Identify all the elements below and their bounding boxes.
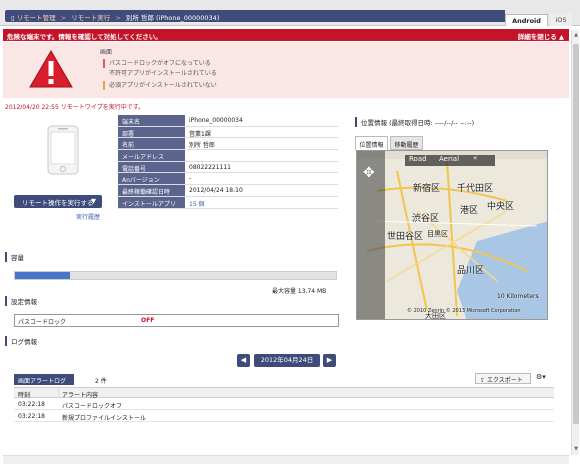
info-label: 名前 — [118, 138, 185, 149]
execution-history-link[interactable]: 実行履歴 — [76, 212, 100, 221]
scrollbar-thumb[interactable] — [573, 44, 579, 424]
alert-banner: 危険な端末です。情報を確認して対処してください。 詳細を閉じる ▲ — [3, 29, 569, 41]
map-label: 品川区 — [457, 266, 485, 276]
setting-passcode-value: OFF — [141, 317, 155, 324]
info-row-department: 部署 営業1課 — [118, 126, 338, 139]
phone-icon — [47, 125, 79, 175]
warning-icon — [29, 50, 73, 88]
map-label: 中央区 — [487, 202, 515, 212]
info-label: 端末名 — [118, 115, 185, 126]
info-value: iPhone_00000034 — [189, 117, 243, 124]
table-row: 03:22:18 新規プロファイルインストール — [14, 411, 554, 422]
info-value: 08022221111 — [189, 163, 231, 171]
map-copyright: © 2010 Zenrin © 2013 Microsoft Corporati… — [407, 308, 521, 314]
alert-item: パスコードロックがオフになっている — [103, 59, 211, 68]
breadcrumb-root[interactable]: リモート管理 — [17, 14, 56, 22]
info-value: 2012/04/24 18:10 — [189, 187, 243, 195]
log-content: パスコードロックオフ — [62, 403, 123, 410]
breadcrumb-separator: > — [60, 14, 67, 22]
settings-section-title: 設定情報 — [5, 296, 37, 306]
date-prev-button[interactable]: ◀ — [237, 354, 250, 367]
log-table-header: 時刻 アラート内容 — [14, 387, 554, 399]
top-bar: ▯ リモート管理 > リモート実行 > 別所 哲郎 (iPhone_000000… — [0, 0, 580, 26]
info-label: 最終稼働確認日時 — [118, 185, 185, 196]
log-section-title: ログ情報 — [5, 336, 37, 346]
map-view[interactable]: Road Aerial « ✥ 新宿区 千代田区 中央区 渋谷区 港区 目黒区 … — [356, 150, 548, 320]
map-mode-aerial[interactable]: Aerial — [439, 155, 459, 163]
tab-location[interactable]: 位置情報 — [355, 136, 388, 150]
map-label: 渋谷区 — [412, 214, 440, 224]
setting-passcode-row: パスコードロック OFF — [14, 314, 339, 327]
column-header-content: アラート内容 — [62, 392, 99, 399]
breadcrumb-separator: > — [115, 14, 121, 22]
info-label: メールアドレス — [118, 150, 185, 161]
map-label: 目黒区 — [427, 230, 448, 238]
map-pan-icon[interactable]: ✥ — [363, 165, 375, 181]
date-picker[interactable]: 2012年04月24日 — [254, 354, 320, 367]
capacity-section-title: 容量 — [5, 252, 24, 262]
tab-ios[interactable]: iOS — [550, 14, 572, 26]
log-time: 03:22:18 — [18, 401, 45, 408]
info-value: 別所 哲郎 — [189, 142, 215, 150]
info-label: 電話番号 — [118, 161, 185, 173]
info-row-last-active: 最終稼働確認日時 2012/04/24 18:10 — [118, 185, 338, 197]
log-time: 03:22:18 — [18, 413, 45, 420]
breadcrumb: ▯ リモート管理 > リモート実行 > 別所 哲郎 (iPhone_000000… — [5, 10, 505, 22]
info-value: 営業1課 — [189, 130, 211, 138]
column-header-time: 時刻 — [18, 392, 31, 399]
chevron-down-icon: ▼ — [91, 197, 96, 205]
info-row-name: 名前 別所 哲郎 — [118, 138, 338, 151]
info-row-phone: 電話番号 08022221111 — [118, 161, 338, 174]
breadcrumb-middle[interactable]: リモート実行 — [71, 14, 110, 22]
info-row-installed-apps: インストールアプリ 15 個 — [118, 196, 338, 209]
remote-operation-button[interactable]: リモート操作を実行する ▼ — [14, 195, 102, 208]
info-row-an-version: Anバージョン - — [118, 173, 338, 186]
date-next-button[interactable]: ▶ — [323, 354, 336, 367]
log-content: 新規プロファイルインストール — [62, 415, 146, 422]
alert-title: 画面 — [100, 49, 113, 56]
map-scale: 10 Kilometers — [497, 293, 539, 300]
alert-item: 不許可アプリがインストールされている — [109, 70, 217, 77]
map-label: 港区 — [460, 206, 479, 216]
map-label: 千代田区 — [457, 184, 494, 194]
installed-apps-link[interactable]: 15 個 — [189, 199, 205, 208]
capacity-bar — [14, 271, 337, 280]
export-label: エクスポート — [486, 377, 523, 384]
tab-android[interactable]: Android — [505, 14, 548, 26]
info-value: - — [189, 175, 192, 183]
alert-banner-text: 危険な端末です。情報を確認して対処してください。 — [7, 33, 162, 41]
capacity-max: 最大容量 13.74 MB — [272, 288, 327, 295]
info-label: インストールアプリ — [118, 196, 185, 208]
info-row-device-name: 端末名 iPhone_00000034 — [118, 115, 338, 127]
alert-item: 必須アプリがインストールされていない — [103, 81, 217, 90]
device-info-table: 端末名 iPhone_00000034 部署 営業1課 名前 別所 哲郎 メール… — [118, 115, 338, 209]
horizontal-scrollbar[interactable] — [3, 455, 569, 464]
alert-panel: 画面 パスコードロックがオフになっている 不許可アプリがインストールされている … — [3, 42, 569, 98]
wipe-status: 2012/04/20 22:55 リモートワイプを実行中です。 — [5, 104, 145, 111]
gear-icon[interactable]: ⚙▾ — [536, 373, 548, 384]
map-label: 新宿区 — [413, 184, 441, 194]
location-title: 位置情報 (最終取得日時: ----/--/-- --:--) — [355, 117, 474, 127]
export-icon: ⇪ — [480, 377, 486, 384]
breadcrumb-current: 別所 哲郎 (iPhone_00000034) — [125, 14, 220, 22]
tab-screen-alert-log[interactable]: 画面アラートログ — [14, 374, 74, 385]
scroll-down-icon[interactable]: ▼ — [573, 446, 579, 452]
map-label: 世田谷区 — [387, 232, 424, 242]
export-button[interactable]: ⇪ エクスポート — [475, 373, 531, 384]
vertical-scrollbar[interactable]: ▲ ▼ — [571, 30, 579, 455]
table-row: 03:22:18 パスコードロックオフ — [14, 399, 554, 410]
setting-passcode-label: パスコードロック — [18, 319, 67, 326]
scroll-up-icon[interactable]: ▲ — [573, 32, 579, 38]
info-label: 部署 — [118, 126, 185, 138]
map-expand-icon[interactable]: « — [473, 154, 477, 162]
info-row-email: メールアドレス — [118, 150, 338, 162]
map-mode-road[interactable]: Road — [409, 155, 427, 163]
info-label: Anバージョン — [118, 173, 185, 184]
capacity-fill — [15, 272, 70, 279]
close-details-link[interactable]: 詳細を閉じる ▲ — [518, 31, 564, 41]
tab-movement-history[interactable]: 移動履歴 — [390, 136, 423, 150]
remote-operation-label: リモート操作を実行する — [22, 199, 94, 207]
column-divider — [58, 388, 59, 398]
log-count: 2 件 — [95, 378, 107, 385]
